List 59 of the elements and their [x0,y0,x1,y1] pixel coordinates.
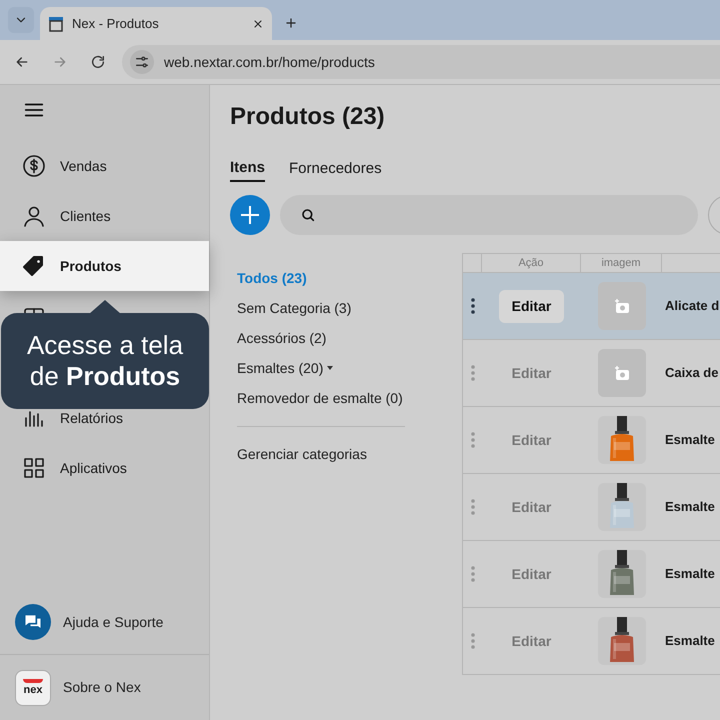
chat-icon [15,604,51,640]
close-icon[interactable] [252,18,264,30]
drag-handle-icon[interactable] [470,432,474,448]
product-name: Alicate d [664,297,720,316]
drag-handle-icon[interactable] [470,365,474,381]
add-button[interactable] [230,195,270,235]
table-row[interactable]: Editar Caixa de [463,340,720,407]
tag-icon [22,254,46,278]
table-row[interactable]: Editar Alicate d [463,273,720,340]
person-icon [22,204,46,228]
column-header: imagem [581,254,662,272]
browser-tab[interactable]: Nex - Produtos [40,7,272,40]
category-item[interactable]: Sem Categoria (3) [237,298,405,318]
store-icon [48,16,64,32]
page-title: Produtos (23) [230,102,386,132]
add-photo-icon [612,365,630,381]
search-icon [300,207,316,223]
drag-handle-icon[interactable] [470,633,474,649]
url-text: web.nextar.com.br/home/products [164,52,375,72]
dollar-icon [22,154,46,178]
table-row[interactable]: Editar Esmalte [463,474,720,541]
drag-handle-icon[interactable] [470,298,474,314]
manage-categories-link[interactable]: Gerenciar categorias [237,444,462,465]
table-row[interactable]: Editar Esmalte [463,608,720,675]
drag-handle-icon[interactable] [470,566,474,582]
nex-logo: nex [15,670,51,706]
category-item[interactable]: Acessórios (2) [237,328,405,348]
sidebar-item[interactable]: Aplicativos [0,443,209,493]
new-tab-icon[interactable] [284,16,298,30]
category-item[interactable]: Removedor de esmalte (0) [237,388,405,408]
page-tab[interactable]: Fornecedores [289,156,382,182]
add-photo-icon [612,298,630,314]
site-settings-icon[interactable] [130,50,154,74]
tab-title: Nex - Produtos [72,14,160,33]
drag-handle-icon[interactable] [470,499,474,515]
sidebar-item[interactable]: Clientes [0,191,209,241]
table-row[interactable]: Editar Esmalte [463,541,720,608]
help-link[interactable]: Ajuda e Suporte [0,590,209,655]
product-name: Esmalte [664,565,715,584]
tooltip: Acesse a tela de Produtos [1,313,209,409]
sidebar-item[interactable]: Produtos [0,241,209,291]
reload-icon[interactable] [90,54,106,70]
grid-icon [22,456,46,480]
product-name: Esmalte [664,498,715,516]
column-header: Ação [482,254,581,272]
sidebar-item[interactable]: Vendas [0,141,209,191]
category-item[interactable]: Esmaltes (20) [237,358,405,378]
product-name: Esmalte [664,632,715,650]
table-row[interactable]: Editar Esmalte [463,407,720,474]
edit-button[interactable]: Editar [499,290,564,322]
search-field[interactable] [280,195,698,235]
about-link[interactable]: nex Sobre o Nex [0,655,209,720]
dropdown-icon[interactable] [8,7,34,33]
product-name: Caixa de [664,364,718,382]
page-tab[interactable]: Itens [230,156,266,182]
tooltip-arrow [89,300,121,314]
plus-icon [238,203,262,227]
address-bar[interactable]: web.nextar.com.br/home/products [122,45,720,79]
product-name: Esmalte [664,431,715,450]
